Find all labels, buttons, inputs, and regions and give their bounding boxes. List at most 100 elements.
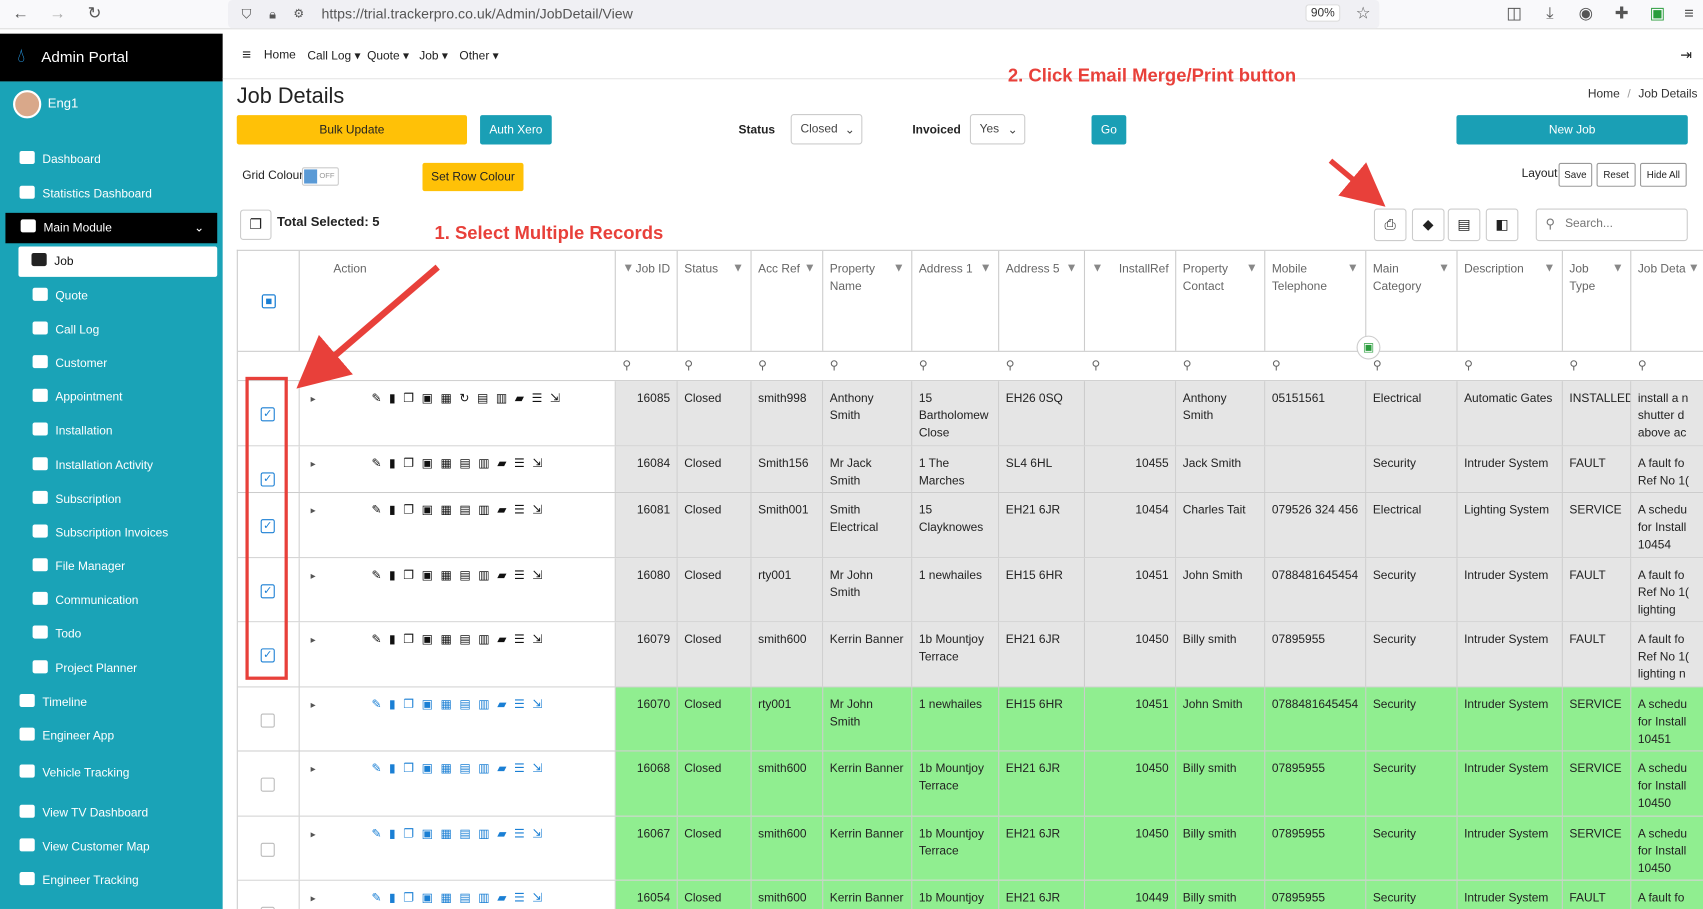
topnav-call-log[interactable]: Call Log ▾	[307, 49, 360, 63]
delete-icon[interactable]: ▮	[389, 633, 403, 646]
filter-icon[interactable]: ▼	[1688, 260, 1700, 277]
export-icon[interactable]: ⇲	[532, 828, 550, 841]
edit-icon[interactable]: ✎	[371, 762, 389, 775]
logout-icon[interactable]: ⇥	[1680, 47, 1692, 64]
layout-reset-button[interactable]: Reset	[1596, 162, 1636, 187]
sidebar-item-engineer-tracking[interactable]: Engineer Tracking	[0, 866, 223, 896]
edit-icon[interactable]: ✎	[371, 504, 389, 517]
folder-icon[interactable]: ▰	[497, 569, 514, 582]
export-icon[interactable]: ⇲	[532, 457, 550, 470]
topnav-home[interactable]: Home	[264, 49, 296, 62]
doc-icon[interactable]: ▥	[478, 698, 497, 711]
export-icon[interactable]: ⇲	[532, 698, 550, 711]
export-icon[interactable]: ⇲	[532, 504, 550, 517]
column-header[interactable]: Address 1 ▼	[912, 250, 1000, 351]
export-icon[interactable]: ⇲	[532, 892, 550, 905]
folder-icon[interactable]: ▰	[497, 633, 514, 646]
select-all-checkbox[interactable]	[261, 294, 276, 309]
column-header[interactable]: Job Deta ▼	[1631, 251, 1703, 351]
table-row[interactable]: ✓ ▸ ✎▮❐▣▦▤▥▰☰⇲ 16079 Closed smith600 Kerrin Ba…	[237, 622, 1703, 688]
expand-row-icon[interactable]: ▸	[311, 502, 316, 519]
pdf-icon[interactable]: ▤	[477, 392, 496, 405]
hamburger-icon[interactable]: ≡	[242, 46, 251, 63]
pdf-icon[interactable]: ▤	[459, 569, 478, 582]
copy-icon[interactable]: ❐	[403, 457, 421, 470]
document-icon[interactable]: ▣	[422, 504, 441, 517]
edit-icon[interactable]: ✎	[371, 892, 389, 905]
calendar-icon[interactable]: ▦	[440, 569, 459, 582]
copy-icon[interactable]: ❐	[403, 569, 421, 582]
delete-icon[interactable]: ▮	[389, 828, 403, 841]
calendar-icon[interactable]: ▦	[440, 392, 459, 405]
column-header[interactable]: Mobile Telephone ▼	[1265, 250, 1367, 351]
sidebar-item-statistics-dashboard[interactable]: Statistics Dashboard	[0, 179, 223, 209]
table-row[interactable]: ✓ ▸ ✎▮❐▣▦▤▥▰☰⇲ 16081 Closed Smith001 Smith Ele…	[237, 493, 1703, 559]
sidebar-item-timeline[interactable]: Timeline	[0, 687, 223, 717]
sidebar-item-job[interactable]: Job	[18, 246, 218, 277]
topnav-other[interactable]: Other ▾	[459, 49, 498, 63]
doc-icon[interactable]: ▥	[478, 762, 497, 775]
menu-icon[interactable]: ≡	[1679, 4, 1699, 24]
search-icon[interactable]: ⚲	[1092, 358, 1101, 372]
column-header[interactable]: InstallRef ▼	[1085, 250, 1177, 351]
edit-icon[interactable]: ✎	[371, 633, 389, 646]
eraser-icon[interactable]: ◆	[1411, 208, 1445, 242]
document-icon[interactable]: ▣	[422, 392, 441, 405]
list-icon[interactable]: ☰	[514, 569, 532, 582]
folder-icon[interactable]: ▰	[497, 892, 514, 905]
sidebar-item-communication[interactable]: Communication	[0, 585, 223, 615]
topnav-quote[interactable]: Quote ▾	[367, 49, 409, 63]
sidebar-item-installation[interactable]: Installation	[0, 416, 223, 446]
delete-icon[interactable]: ▮	[389, 892, 403, 905]
hide-all-button[interactable]: Hide All	[1640, 162, 1687, 187]
doc-icon[interactable]: ▥	[496, 392, 515, 405]
extension-icon[interactable]: ▣	[1648, 4, 1668, 24]
table-row[interactable]: ✓ ▸ ✎▮❐▣▦▤▥▰☰⇲ 16080 Closed rty001 Mr John Smi…	[237, 558, 1703, 623]
edit-icon[interactable]: ✎	[371, 698, 389, 711]
document-icon[interactable]: ▣	[422, 698, 441, 711]
search-icon[interactable]: ⚲	[1464, 358, 1473, 372]
table-row[interactable]: ▸ ✎▮❐▣▦▤▥▰☰⇲ 16070 Closed rty001 Mr John Smit…	[237, 687, 1703, 752]
export-icon[interactable]: ⇲	[532, 633, 550, 646]
table-row[interactable]: ▸ ✎▮❐▣▦▤▥▰☰⇲ 16068 Closed smith600 Kerrin Ban…	[237, 751, 1703, 817]
column-header[interactable]: Job Type ▼	[1563, 250, 1632, 351]
delete-icon[interactable]: ▮	[389, 569, 403, 582]
doc-icon[interactable]: ▥	[478, 457, 497, 470]
sidebar-item-call-log[interactable]: Call Log	[0, 315, 223, 345]
column-header[interactable]: Status ▼	[678, 250, 752, 351]
column-header[interactable]: Job ID ▼	[616, 250, 678, 351]
copy-icon[interactable]: ❐	[403, 504, 421, 517]
sidebar-item-customer[interactable]: Customer	[0, 349, 223, 379]
calendar-icon[interactable]: ▦	[440, 762, 459, 775]
status-select[interactable]: Closed ⌄	[790, 114, 863, 145]
folder-icon[interactable]: ▰	[515, 392, 532, 405]
pdf-icon[interactable]: ▤	[459, 633, 478, 646]
list-icon[interactable]: ☰	[514, 892, 532, 905]
list-icon[interactable]: ☰	[514, 828, 532, 841]
sidebar-item-installation-activity[interactable]: Installation Activity	[0, 451, 223, 481]
folder-icon[interactable]: ▰	[497, 504, 514, 517]
document-icon[interactable]: ▣	[422, 762, 441, 775]
sidebar-item-quote[interactable]: Quote	[0, 281, 223, 311]
sidebar-item-todo[interactable]: Todo	[0, 619, 223, 649]
auth-xero-button[interactable]: Auth Xero	[480, 115, 552, 145]
extension-badge-icon[interactable]: ▣	[1356, 335, 1381, 360]
new-job-button[interactable]: New Job	[1456, 115, 1688, 145]
calendar-icon[interactable]: ▦	[440, 698, 459, 711]
search-field[interactable]: ⚲	[1535, 208, 1688, 242]
copy-icon[interactable]: ❐	[403, 892, 421, 905]
sidebar-item-engineer-app[interactable]: Engineer App	[0, 721, 223, 751]
doc-icon[interactable]: ▥	[478, 569, 497, 582]
search-icon[interactable]: ⚲	[758, 358, 767, 372]
folder-icon[interactable]: ▰	[497, 698, 514, 711]
doc-icon[interactable]: ▥	[478, 504, 497, 517]
edit-icon[interactable]: ✎	[371, 392, 389, 405]
filter-icon[interactable]: ▼	[1092, 260, 1104, 277]
layout-save-button[interactable]: Save	[1558, 162, 1593, 187]
sidebar-item-subscription-invoices[interactable]: Subscription Invoices	[0, 518, 223, 548]
search-icon[interactable]: ⚲	[1006, 358, 1015, 372]
document-icon[interactable]: ▣	[422, 828, 441, 841]
pdf-icon[interactable]: ▤	[459, 892, 478, 905]
expand-row-icon[interactable]: ▸	[311, 825, 316, 842]
filter-icon[interactable]: ▼	[980, 260, 992, 277]
